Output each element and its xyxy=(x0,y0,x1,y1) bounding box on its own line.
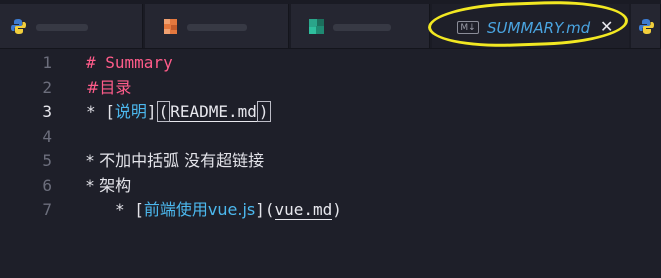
code-token-plain: * 不加中括弧 没有超链接 xyxy=(86,151,265,170)
line-number: 2 xyxy=(42,77,52,97)
editor-line[interactable]: 7 * [前端使用vue.js](vue.md) xyxy=(0,198,661,222)
code-token-bracket: ) xyxy=(256,101,271,122)
tab-orange-file[interactable] xyxy=(145,4,289,48)
tab-summary[interactable]: M↓ SUMMARY.md ✕ xyxy=(432,4,629,48)
editor-line[interactable]: 4 xyxy=(0,125,661,149)
line-code: * 不加中括弧 没有超链接 xyxy=(86,149,264,173)
line-number: 5 xyxy=(42,151,52,170)
line-number: 4 xyxy=(42,126,52,146)
code-editor[interactable]: 1 # Summary 2 #目录 3 * [说明](README.md) 4 5 * 不加中括… xyxy=(0,49,661,278)
line-code: * 架构 xyxy=(86,174,131,198)
code-token-plain: ) xyxy=(332,200,342,219)
tab-label-blurred xyxy=(187,24,247,31)
code-token-link-text: 前端使用vue.js xyxy=(143,200,256,219)
code-token-link-url: vue.md xyxy=(274,200,333,220)
tab-python-file-2[interactable] xyxy=(631,4,661,48)
line-code: * [前端使用vue.js](vue.md) xyxy=(115,198,342,222)
code-token-link-url: README.md xyxy=(170,102,257,122)
python-icon xyxy=(638,18,655,35)
code-token-plain: * [ xyxy=(115,200,144,219)
editor-line[interactable]: 3 * [说明](README.md) xyxy=(0,100,661,124)
code-token-bracket: ( xyxy=(156,101,171,122)
editor-window: M↓ SUMMARY.md ✕ 1 # Summary 2 #目录 3 * [说明](RE… xyxy=(0,0,661,278)
editor-line[interactable]: 5 * 不加中括弧 没有超链接 xyxy=(0,149,661,173)
line-number: 6 xyxy=(42,175,52,195)
editor-line[interactable]: 6 * 架构 xyxy=(0,174,661,198)
green-file-icon xyxy=(308,18,325,35)
code-token-heading: # Summary xyxy=(86,53,173,72)
tab-python-file[interactable] xyxy=(0,4,143,48)
line-code: # Summary xyxy=(86,51,173,75)
tab-green-file[interactable] xyxy=(291,4,430,48)
code-token-plain: ] xyxy=(146,102,157,121)
python-icon xyxy=(10,18,27,35)
editor-line[interactable]: 2 #目录 xyxy=(0,76,661,100)
tab-bar: M↓ SUMMARY.md ✕ xyxy=(0,0,661,50)
tab-title: SUMMARY.md xyxy=(487,19,591,37)
line-code: #目录 xyxy=(86,76,131,100)
line-number: 3 xyxy=(42,102,52,121)
markdown-icon: M↓ xyxy=(457,21,479,34)
orange-file-icon xyxy=(162,18,179,35)
line-code: * [说明](README.md) xyxy=(86,100,271,124)
editor-line[interactable]: 1 # Summary xyxy=(0,51,661,75)
code-token-heading: #目录 xyxy=(86,77,132,97)
tab-label-blurred xyxy=(333,24,391,31)
code-token-link-text: 说明 xyxy=(114,102,147,121)
code-token-plain: * [ xyxy=(86,102,115,121)
code-token-plain: * 架构 xyxy=(86,175,132,195)
close-icon[interactable]: ✕ xyxy=(600,17,613,37)
code-token-plain: ]( xyxy=(255,200,275,219)
tab-label-blurred xyxy=(36,24,88,31)
line-number: 1 xyxy=(42,53,52,72)
line-number: 7 xyxy=(42,200,52,219)
